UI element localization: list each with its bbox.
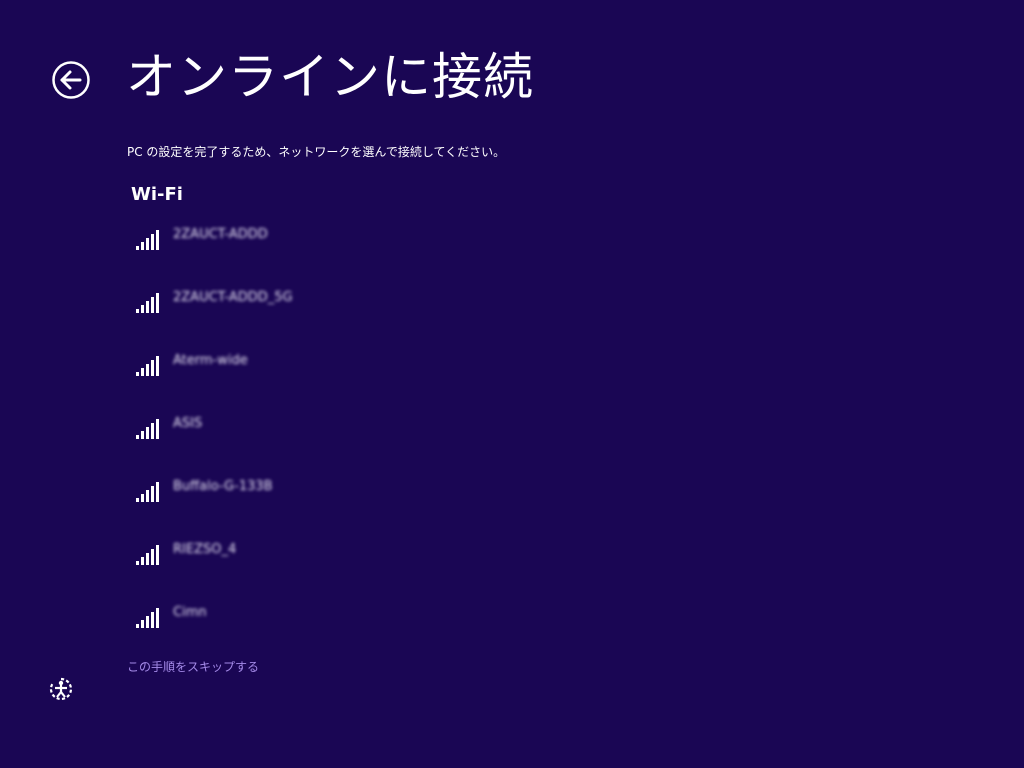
network-name: Aterm-wide: [173, 353, 248, 368]
wifi-signal-icon: [136, 293, 159, 313]
network-name: RIEZSO_4: [173, 542, 237, 557]
wifi-signal-icon: [136, 608, 159, 628]
network-item[interactable]: Buffalo-G-133B: [126, 468, 526, 531]
wifi-signal-icon: [136, 545, 159, 565]
network-item[interactable]: 2ZAUCT-ADDD: [126, 216, 526, 279]
network-list: 2ZAUCT-ADDD 2ZAUCT-ADDD_5G Aterm-wide ASIS B…: [126, 216, 526, 657]
ease-of-access-button[interactable]: [47, 675, 75, 703]
instructions-text: PC の設定を完了するため、ネットワークを選んで接続してください。: [127, 145, 506, 159]
back-button[interactable]: [51, 60, 91, 100]
wifi-signal-icon: [136, 482, 159, 502]
network-name: Buffalo-G-133B: [173, 479, 273, 494]
network-item[interactable]: RIEZSO_4: [126, 531, 526, 594]
wifi-signal-icon: [136, 419, 159, 439]
ease-of-access-icon: [49, 677, 73, 701]
network-name: ASIS: [173, 416, 203, 431]
network-name: 2ZAUCT-ADDD: [173, 227, 268, 242]
back-arrow-icon: [52, 61, 90, 99]
page-title: オンラインに接続: [126, 48, 534, 106]
wifi-signal-icon: [136, 356, 159, 376]
network-item[interactable]: ASIS: [126, 405, 526, 468]
network-name: 2ZAUCT-ADDD_5G: [173, 290, 293, 305]
network-item[interactable]: Cimn: [126, 594, 526, 657]
wifi-section-heading: Wi-Fi: [131, 184, 183, 205]
wifi-signal-icon: [136, 230, 159, 250]
network-name: Cimn: [173, 605, 207, 620]
network-item[interactable]: Aterm-wide: [126, 342, 526, 405]
skip-step-link[interactable]: この手順をスキップする: [127, 658, 259, 676]
network-item[interactable]: 2ZAUCT-ADDD_5G: [126, 279, 526, 342]
